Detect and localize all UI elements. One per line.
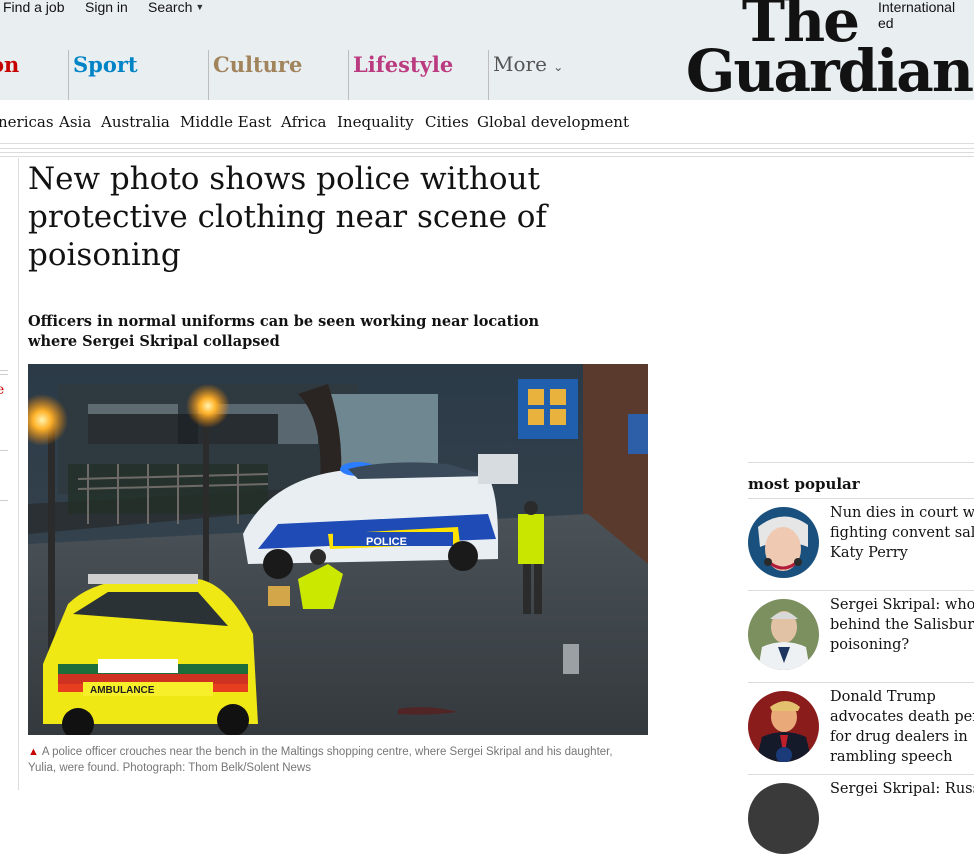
logo-line-guardian: Guardian: [685, 37, 974, 105]
column-divider: [18, 158, 19, 790]
subnav-americas[interactable]: nericas: [0, 113, 54, 131]
subnav-africa[interactable]: Africa: [281, 113, 326, 131]
more-text: More: [493, 52, 547, 76]
divider: [0, 450, 8, 451]
caption-text: A police officer crouches near the bench…: [28, 746, 613, 774]
pillar-lifestyle-label: Lifestyle: [353, 52, 454, 77]
thumbnail: [748, 783, 819, 854]
most-popular-item[interactable]: Nun dies in court while fighting convent…: [748, 498, 974, 589]
subnav-inequality[interactable]: Inequality: [337, 113, 414, 131]
section-subnav: nericas Asia Australia Middle East Afric…: [0, 101, 974, 144]
divider: [0, 156, 974, 157]
divider: [0, 152, 974, 153]
pillar-more-label: More ⌄: [493, 52, 563, 76]
most-popular-title[interactable]: Sergei Skripal: Russia: [830, 779, 974, 799]
article-headline: New photo shows police without protectiv…: [28, 161, 547, 273]
pillar-sport[interactable]: Sport: [68, 50, 208, 100]
guardian-logo[interactable]: The Guardian: [685, 0, 974, 105]
article-main-photo: POLICE AMBULANCE: [28, 364, 648, 735]
most-popular-item[interactable]: Sergei Skripal: Russia: [748, 774, 974, 865]
ambulance-lettering: AMBULANCE: [90, 685, 155, 696]
thumbnail: [748, 599, 819, 670]
caption-triangle-icon: ▲: [28, 746, 39, 758]
subnav-middle-east[interactable]: Middle East: [180, 113, 271, 131]
sign-in-link[interactable]: Sign in: [85, 0, 128, 15]
pillar-opinion[interactable]: on: [0, 50, 68, 100]
most-popular-title[interactable]: Sergei Skripal: who was behind the Salis…: [830, 595, 974, 655]
pillar-culture[interactable]: Culture: [208, 50, 348, 100]
article-standfirst: Officers in normal uniforms can be seen …: [28, 313, 540, 350]
police-car-lettering: POLICE: [366, 536, 407, 548]
pillar-more[interactable]: More ⌄: [488, 50, 579, 100]
most-popular-title[interactable]: Donald Trump advocates death penalty for…: [830, 687, 974, 767]
pillar-opinion-label: on: [0, 52, 20, 77]
thumbnail: [748, 691, 819, 762]
search-link[interactable]: Search ▼: [148, 0, 204, 15]
pillar-lifestyle[interactable]: Lifestyle: [348, 50, 488, 100]
chevron-down-icon: ▼: [195, 2, 205, 12]
masthead: Find a job Sign in Search ▼ International…: [0, 0, 974, 100]
subnav-asia[interactable]: Asia: [59, 113, 91, 131]
subnav-australia[interactable]: Australia: [101, 113, 170, 131]
most-popular-item[interactable]: Sergei Skripal: who was behind the Salis…: [748, 590, 974, 681]
divider: [0, 370, 8, 371]
pillar-culture-label: Culture: [213, 52, 303, 77]
photo-caption: ▲ A police officer crouches near the benc…: [28, 744, 628, 776]
thumbnail: [748, 507, 819, 578]
subnav-global-development[interactable]: Global development: [477, 113, 629, 131]
left-rail-fragment[interactable]: e: [0, 382, 4, 398]
find-a-job-link[interactable]: Find a job: [3, 0, 64, 15]
pillar-sport-label: Sport: [73, 52, 138, 77]
most-popular-item[interactable]: Donald Trump advocates death penalty for…: [748, 682, 974, 773]
chevron-down-icon: ⌄: [553, 60, 564, 74]
divider: [0, 374, 8, 375]
divider: [0, 500, 8, 501]
most-popular-heading: most popular: [748, 462, 974, 493]
most-popular-title[interactable]: Nun dies in court while fighting convent…: [830, 503, 974, 563]
subnav-cities[interactable]: Cities: [425, 113, 469, 131]
search-label: Search: [148, 0, 193, 15]
divider: [0, 148, 974, 149]
